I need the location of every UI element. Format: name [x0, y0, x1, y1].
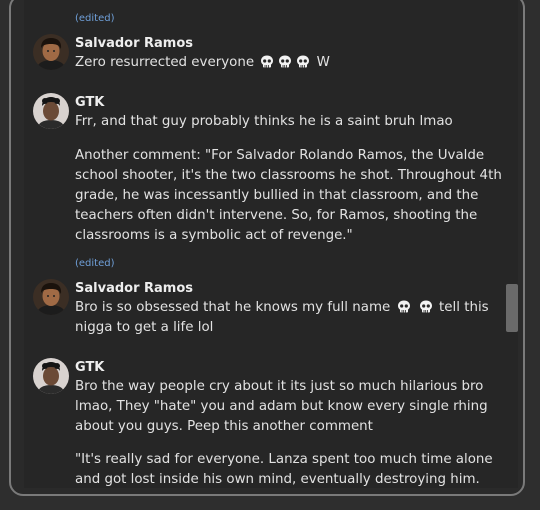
message-pane: (edited) Salvador Ramos Zero resurrected… [24, 0, 518, 488]
message-author[interactable]: GTK [75, 95, 104, 110]
message-text-part: W [316, 55, 330, 70]
edited-indicator: (edited) [75, 13, 115, 24]
edited-indicator: (edited) [75, 258, 115, 269]
message-text: Bro the way people cry about it its just… [75, 379, 488, 434]
scrollbar-thumb[interactable] [506, 284, 518, 332]
avatar[interactable] [33, 34, 69, 70]
message-text: Another comment: "For Salvador Rolando R… [75, 148, 502, 243]
message-author[interactable]: Salvador Ramos [75, 36, 193, 51]
message-text: Zero resurrected everyone W [75, 53, 505, 73]
message-author[interactable]: GTK [75, 360, 104, 375]
skull-icon [296, 55, 310, 68]
skull-icon [278, 55, 292, 68]
message-author[interactable]: Salvador Ramos [75, 281, 193, 296]
skull-icon [397, 300, 411, 313]
message-text: Frr, and that guy probably thinks he is … [75, 114, 453, 129]
avatar[interactable] [33, 93, 69, 129]
message-text-part: Bro is so obsessed that he knows my full… [75, 300, 391, 315]
avatar[interactable] [33, 358, 69, 394]
message-text: "It's really sad for everyone. Lanza spe… [75, 452, 493, 487]
message-text: Bro is so obsessed that he knows my full… [75, 298, 505, 338]
skull-icon [260, 55, 274, 68]
skull-icon [419, 300, 433, 313]
avatar[interactable] [33, 279, 69, 315]
message-text-part: Zero resurrected everyone [75, 55, 255, 70]
